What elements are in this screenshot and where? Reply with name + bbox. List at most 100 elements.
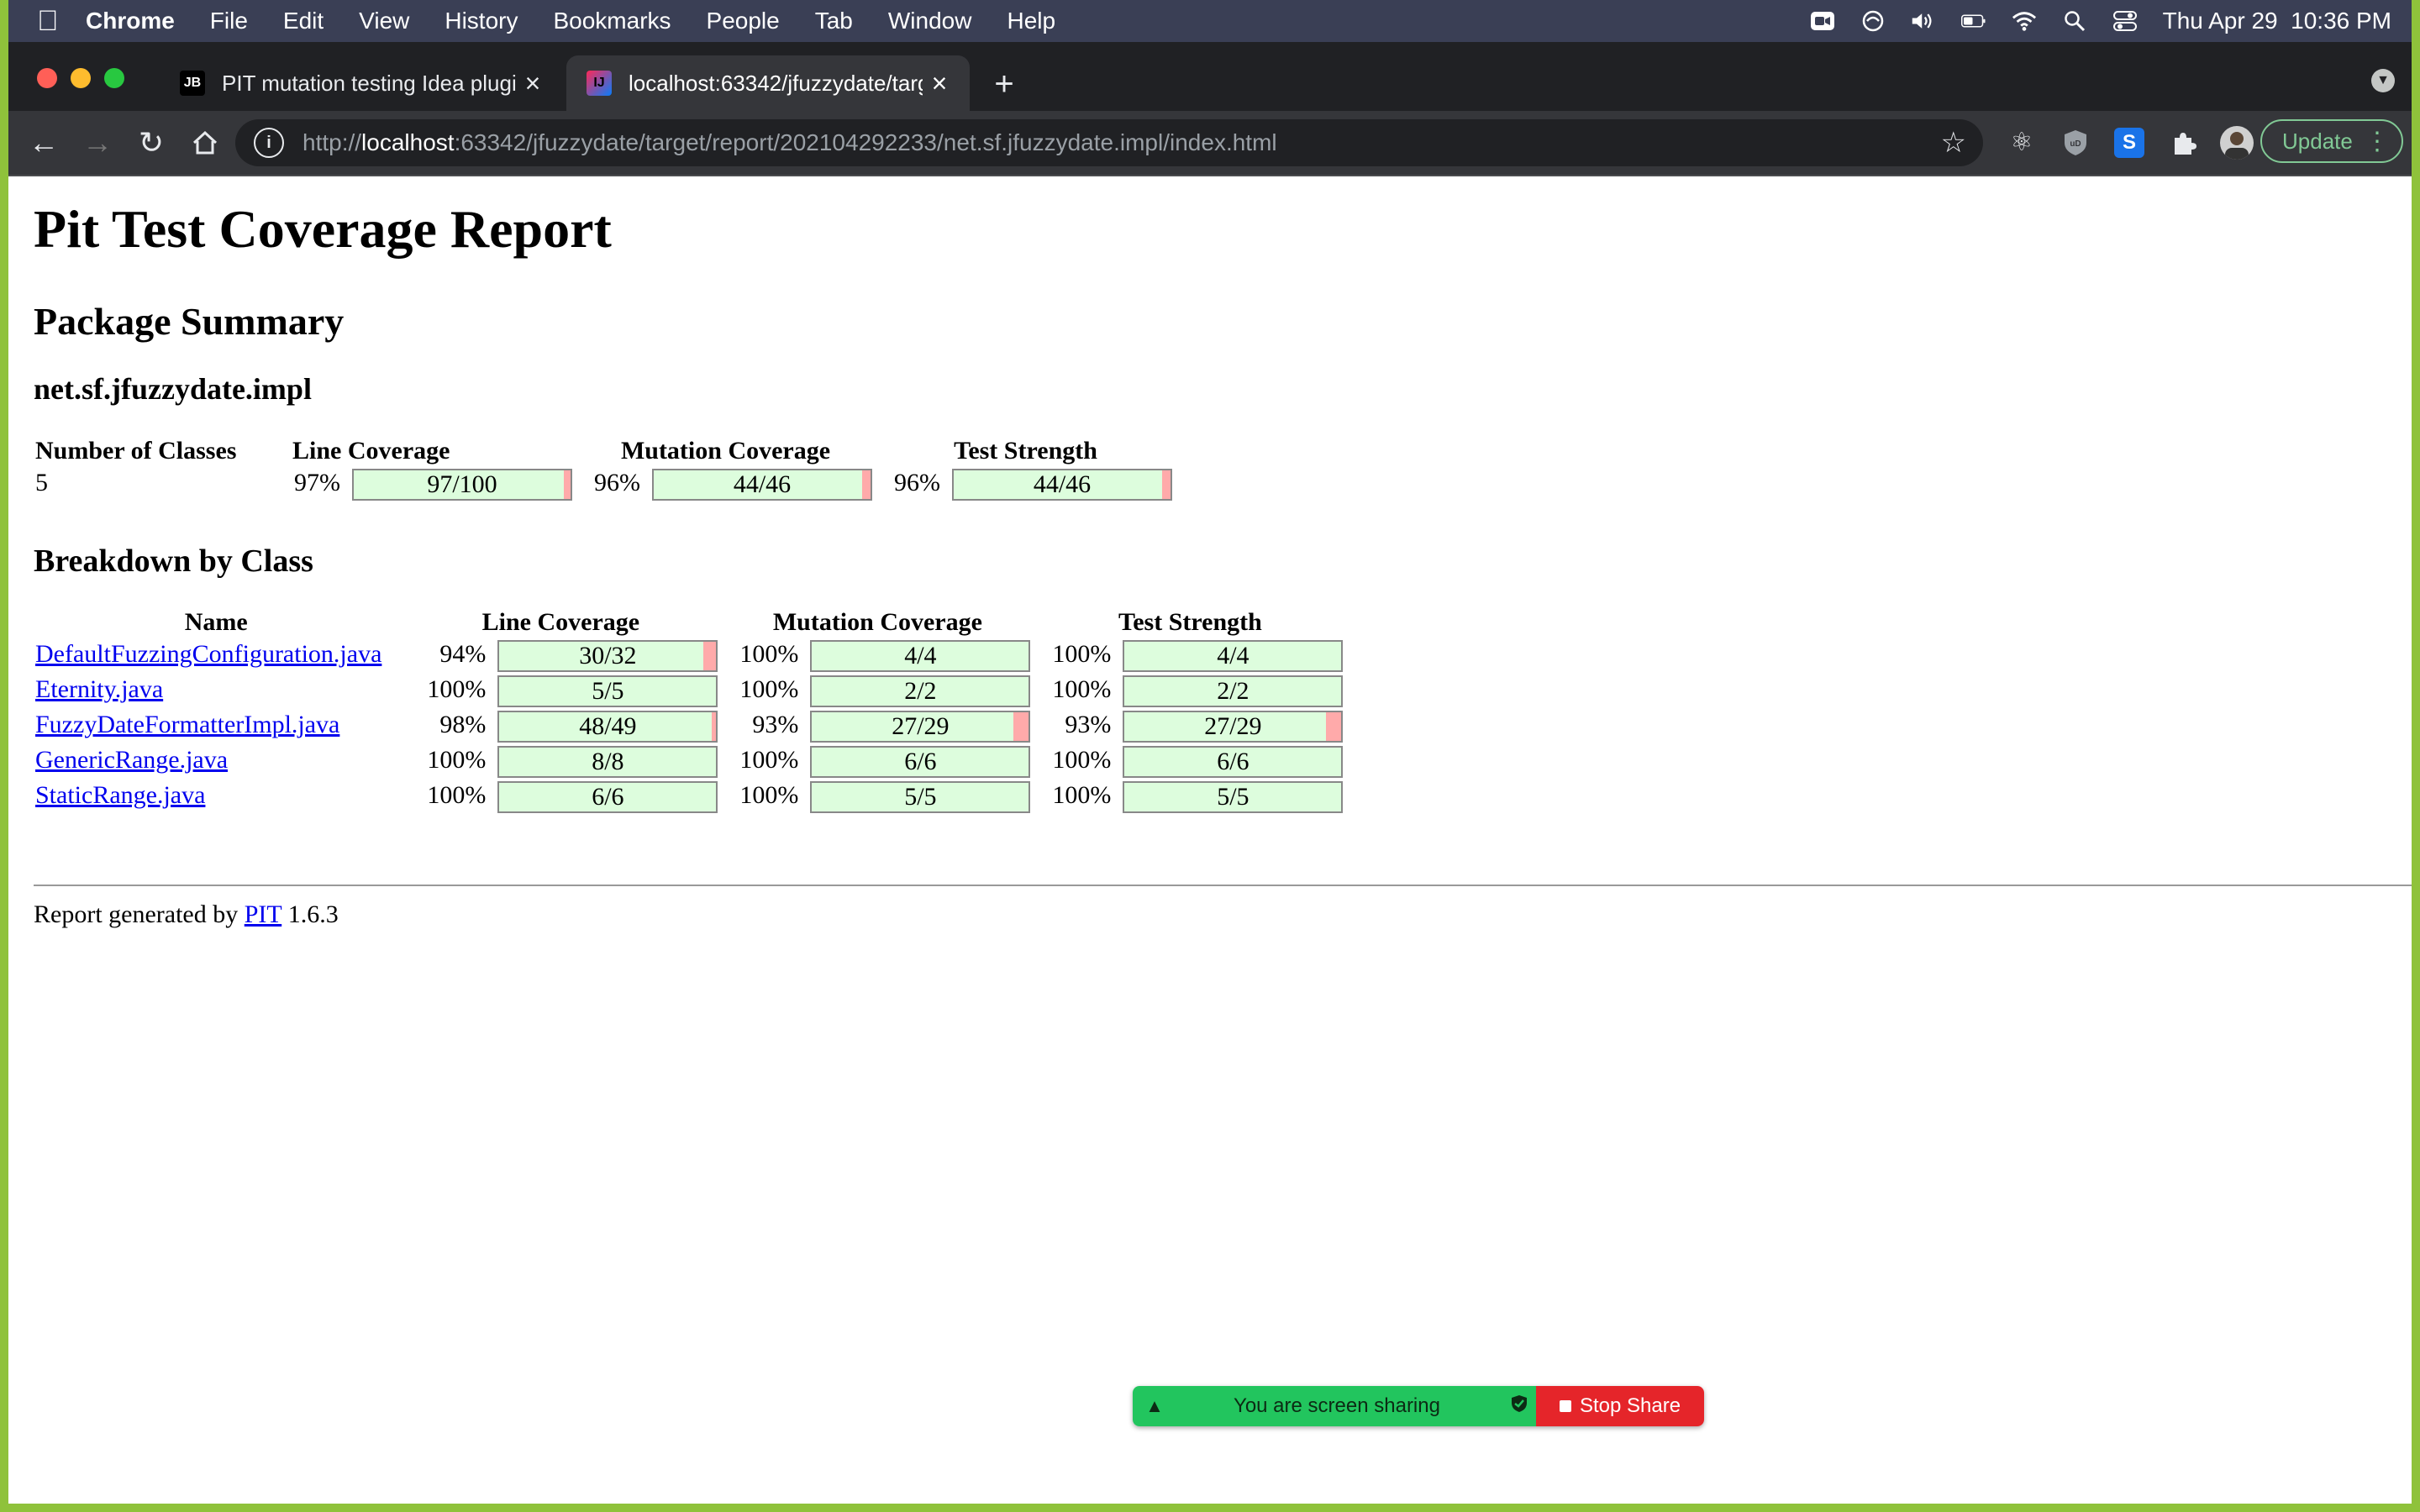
menu-tab[interactable]: Tab	[815, 8, 853, 34]
menu-people[interactable]: People	[707, 8, 780, 34]
spotlight-search-icon[interactable]	[2062, 10, 2087, 32]
breakdown-heading: Breakdown by Class	[34, 543, 313, 579]
page-title: Pit Test Coverage Report	[34, 199, 612, 259]
mutation-coverage-percent: 96%	[594, 469, 640, 496]
coverage-bar-label: 4/4	[1217, 642, 1249, 669]
class-link[interactable]: GenericRange.java	[35, 746, 228, 774]
footer-version: 1.6.3	[281, 900, 339, 928]
coverage-bar-label: 27/29	[892, 712, 950, 740]
menu-view[interactable]: View	[359, 8, 409, 34]
mutation-coverage-bar: 2/2	[810, 675, 1031, 707]
mutation-coverage-bar: 44/46	[652, 469, 872, 501]
mutation-coverage-percent: 93%	[752, 711, 799, 738]
more-options-icon[interactable]: ⋮	[2365, 127, 2390, 156]
table-row: Eternity.java 100% 5/5 100% 2/2 100% 2/2	[34, 675, 1344, 707]
apple-logo-icon[interactable]: 	[37, 5, 86, 38]
mutation-coverage-percent: 100%	[739, 781, 799, 809]
mutation-coverage-bar: 4/4	[810, 640, 1031, 672]
line-coverage-percent: 98%	[439, 711, 487, 738]
test-strength-percent: 100%	[1052, 640, 1112, 668]
bookmark-star-icon[interactable]: ☆	[1941, 126, 1966, 160]
profile-avatar[interactable]	[2220, 126, 2254, 160]
home-icon[interactable]	[185, 123, 225, 163]
menu-bar-clock[interactable]: Thu Apr 29 10:36 PM	[2163, 8, 2391, 34]
volume-icon[interactable]	[1911, 10, 1936, 32]
menu-bookmarks[interactable]: Bookmarks	[553, 8, 671, 34]
tab-localhost-report[interactable]: IJ localhost:63342/jfuzzydate/target ×	[566, 55, 970, 111]
control-center-icon[interactable]	[2112, 10, 2138, 32]
url-scheme: http://	[302, 129, 362, 155]
screen-sharing-status[interactable]: ▲ You are screen sharing	[1133, 1386, 1536, 1426]
wifi-icon[interactable]	[2012, 10, 2037, 32]
class-link[interactable]: Eternity.java	[35, 675, 163, 703]
address-bar[interactable]: i http://localhost:63342/jfuzzydate/targ…	[235, 119, 1983, 166]
new-tab-plus-icon[interactable]: +	[983, 66, 1025, 103]
coverage-bar-label: 2/2	[1217, 677, 1249, 705]
header-mutation-coverage: Mutation Coverage	[620, 437, 831, 465]
menu-file[interactable]: File	[210, 8, 248, 34]
tab-title: PIT mutation testing Idea plugin	[222, 70, 516, 96]
screen:  Chrome File Edit View History Bookmark…	[8, 0, 2412, 1504]
react-devtools-icon[interactable]: ⚛	[2007, 128, 2037, 158]
coverage-bar-label: 30/32	[579, 642, 637, 669]
coverage-bar-label: 6/6	[592, 783, 624, 811]
class-name-cell: GenericRange.java	[34, 746, 398, 778]
line-coverage-bar: 5/5	[497, 675, 718, 707]
s-extension-icon[interactable]: S	[2114, 128, 2144, 158]
test-strength-percent: 96%	[894, 469, 940, 496]
forward-arrow-icon[interactable]: →	[77, 123, 118, 163]
coverage-bar-label: 48/49	[579, 712, 637, 740]
test-strength-percent: 100%	[1052, 781, 1112, 809]
url-text[interactable]: http://localhost:63342/jfuzzydate/target…	[302, 129, 1277, 156]
back-arrow-icon[interactable]: ←	[24, 123, 64, 163]
tab-pit-plugin[interactable]: JB PIT mutation testing Idea plugin ×	[160, 55, 563, 111]
macos-menu-bar:  Chrome File Edit View History Bookmark…	[8, 0, 2412, 42]
test-strength-percent: 100%	[1052, 675, 1112, 703]
line-coverage-percent: 97%	[294, 469, 340, 496]
chrome-update-button[interactable]: Update ⋮	[2260, 119, 2403, 163]
browser-tab-strip: JB PIT mutation testing Idea plugin × IJ…	[8, 42, 2412, 111]
line-coverage-percent: 100%	[427, 781, 487, 809]
class-rows: DefaultFuzzingConfiguration.java 94% 30/32…	[34, 640, 1344, 813]
extensions-puzzle-icon[interactable]	[2168, 128, 2198, 158]
page-content: Pit Test Coverage Report Package Summary…	[8, 176, 2412, 1504]
tab-close-icon[interactable]: ×	[516, 68, 550, 99]
package-summary-table: Number of Classes Line Coverage Mutation…	[30, 433, 1177, 504]
class-name-cell: Eternity.java	[34, 675, 398, 707]
coverage-bar-label: 44/46	[1033, 470, 1092, 498]
share-drag-handle-icon[interactable]: ▲	[1138, 1395, 1171, 1417]
stop-share-label: Stop Share	[1579, 1394, 1681, 1417]
number-of-classes-value: 5	[35, 469, 48, 496]
menu-window[interactable]: Window	[888, 8, 972, 34]
class-link[interactable]: StaticRange.java	[35, 781, 205, 809]
battery-icon[interactable]	[1960, 10, 1986, 32]
zoom-video-icon[interactable]	[1810, 10, 1835, 32]
line-coverage-bar: 97/100	[352, 469, 572, 501]
menu-help[interactable]: Help	[1007, 8, 1055, 34]
header-number-of-classes: Number of Classes	[35, 437, 237, 465]
tab-search-chevron-icon[interactable]: ▼	[2371, 69, 2395, 92]
test-strength-percent: 100%	[1052, 746, 1112, 774]
menu-chrome[interactable]: Chrome	[86, 8, 175, 34]
menu-history[interactable]: History	[445, 8, 518, 34]
menu-bar-status-area: Thu Apr 29 10:36 PM	[1810, 0, 2391, 42]
tab-close-icon[interactable]: ×	[923, 68, 956, 99]
pit-link[interactable]: PIT	[245, 900, 281, 928]
window-minimize-button[interactable]	[71, 68, 91, 88]
package-name: net.sf.jfuzzydate.impl	[34, 372, 312, 406]
sync-status-icon[interactable]	[1860, 10, 1886, 32]
table-row: StaticRange.java 100% 6/6 100% 5/5 100% 5/5	[34, 781, 1344, 813]
svg-text:uD: uD	[2070, 139, 2081, 149]
menu-edit[interactable]: Edit	[283, 8, 324, 34]
window-zoom-button[interactable]	[104, 68, 124, 88]
class-link[interactable]: DefaultFuzzingConfiguration.java	[35, 640, 381, 668]
stop-share-button[interactable]: Stop Share	[1536, 1386, 1704, 1426]
site-info-icon[interactable]: i	[254, 128, 284, 158]
window-close-button[interactable]	[37, 68, 57, 88]
ublock-shield-icon[interactable]: uD	[2060, 128, 2091, 158]
screen-sharing-message: You are screen sharing	[1234, 1394, 1440, 1417]
mutation-coverage-percent: 100%	[739, 640, 799, 668]
class-name-cell: StaticRange.java	[34, 781, 398, 813]
class-link[interactable]: FuzzyDateFormatterImpl.java	[35, 711, 339, 738]
reload-icon[interactable]: ↻	[131, 123, 171, 163]
